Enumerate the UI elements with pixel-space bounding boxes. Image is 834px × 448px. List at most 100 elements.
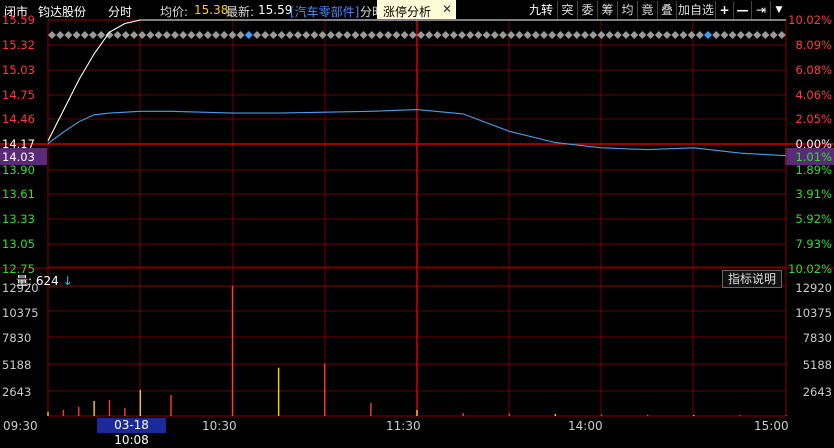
price-tick: 15.03: [2, 63, 35, 77]
limit-up-marker: [236, 31, 245, 39]
limit-up-marker: [130, 31, 138, 39]
volume-tick-right: 2643: [802, 385, 832, 399]
price-tick: 13.90: [2, 163, 35, 177]
limit-up-marker: [712, 31, 721, 39]
limit-up-marker: [80, 31, 89, 39]
limit-up-marker: [228, 31, 237, 39]
limit-up-marker: [367, 31, 376, 39]
pct-tick: 4.06%: [795, 88, 832, 102]
volume-tick-right: 12920: [795, 281, 832, 295]
price-tick: 15.32: [2, 38, 35, 52]
limit-up-marker: [146, 31, 155, 39]
limit-up-marker: [121, 31, 130, 39]
limit-up-marker: [695, 31, 704, 39]
limit-up-marker: [269, 31, 278, 39]
limit-up-marker: [704, 31, 712, 39]
limit-up-marker: [654, 31, 663, 39]
limit-up-marker: [253, 31, 261, 39]
limit-up-marker: [638, 31, 647, 39]
pct-tick: 6.08%: [795, 63, 832, 77]
limit-up-marker: [679, 31, 688, 39]
limit-up-marker: [48, 31, 56, 39]
limit-up-marker: [613, 31, 622, 39]
volume-tick: 12920: [2, 281, 39, 295]
pct-tick: 5.92%: [795, 212, 832, 226]
price-tick: 14.75: [2, 88, 35, 102]
limit-up-marker: [663, 31, 671, 39]
limit-up-marker: [326, 31, 335, 39]
limit-up-marker: [605, 31, 614, 39]
pct-tick: 8.09%: [795, 38, 832, 52]
volume-tick-right: 7830: [802, 331, 832, 345]
arrow-down-icon: ↓: [62, 274, 73, 288]
limit-up-marker: [113, 31, 122, 39]
limit-up-marker: [285, 31, 294, 39]
limit-up-marker: [310, 31, 319, 39]
limit-up-marker: [597, 31, 606, 39]
limit-up-marker: [400, 31, 409, 39]
price-tick: 14.46: [2, 112, 35, 126]
limit-up-marker: [56, 31, 65, 39]
limit-up-marker: [761, 31, 770, 39]
limit-up-marker: [736, 31, 745, 39]
pct-tick: 3.91%: [795, 187, 832, 201]
time-tick: 11:30: [386, 419, 421, 433]
price-tick: 13.61: [2, 187, 35, 201]
limit-up-marker: [203, 31, 212, 39]
limit-up-marker: [581, 31, 589, 39]
limit-up-marker: [515, 31, 524, 39]
limit-up-marker: [72, 31, 81, 39]
limit-up-marker: [392, 31, 401, 39]
volume-tick: 5188: [2, 358, 32, 372]
limit-up-marker: [359, 31, 368, 39]
volume-tick-right: 5188: [802, 358, 832, 372]
indicator-help-button[interactable]: 指标说明: [722, 270, 782, 288]
volume-tick: 7830: [2, 331, 32, 345]
limit-up-marker: [540, 31, 548, 39]
pct-tick: 7.93%: [795, 237, 832, 251]
price-tick: 14.17: [2, 137, 35, 151]
limit-up-marker: [769, 31, 778, 39]
limit-up-marker: [671, 31, 680, 39]
limit-up-marker: [89, 31, 97, 39]
pct-tick: 10.02%: [788, 13, 832, 27]
intraday-chart[interactable]: [0, 0, 834, 433]
current-pct-tick: 1.01%: [795, 150, 832, 164]
limit-up-marker: [564, 31, 573, 39]
limit-up-marker: [777, 31, 786, 39]
limit-up-marker: [745, 31, 753, 39]
limit-up-marker: [556, 31, 565, 39]
volume-tick-right: 10375: [795, 306, 832, 320]
limit-up-marker: [154, 31, 163, 39]
limit-up-marker: [195, 31, 204, 39]
limit-up-marker: [220, 31, 229, 39]
limit-up-marker: [523, 31, 532, 39]
pct-tick: 0.00%: [795, 137, 832, 151]
limit-up-marker: [589, 31, 598, 39]
volume-value: 624: [35, 274, 59, 288]
limit-up-marker: [187, 31, 196, 39]
limit-up-marker: [728, 31, 737, 39]
limit-up-marker: [458, 31, 466, 39]
limit-up-marker: [482, 31, 491, 39]
pct-tick: 2.05%: [795, 112, 832, 126]
limit-up-marker: [753, 31, 762, 39]
limit-up-marker: [417, 31, 425, 39]
limit-up-marker: [507, 31, 516, 39]
limit-up-marker: [646, 31, 655, 39]
limit-up-marker: [335, 31, 343, 39]
time-tick: 09:30: [3, 419, 38, 433]
limit-up-marker: [97, 31, 106, 39]
limit-up-marker: [244, 31, 253, 39]
price-tick: 13.05: [2, 237, 35, 251]
limit-up-marker: [179, 31, 188, 39]
limit-up-marker: [622, 31, 630, 39]
price-tick: 15.59: [2, 13, 35, 27]
current-price-tick: 14.03: [2, 150, 35, 164]
pct-tick: 1.89%: [795, 163, 832, 177]
limit-up-marker: [531, 31, 540, 39]
limit-up-marker: [466, 31, 475, 39]
limit-up-marker: [384, 31, 393, 39]
limit-up-marker: [720, 31, 729, 39]
pct-tick: 10.02%: [788, 262, 832, 276]
